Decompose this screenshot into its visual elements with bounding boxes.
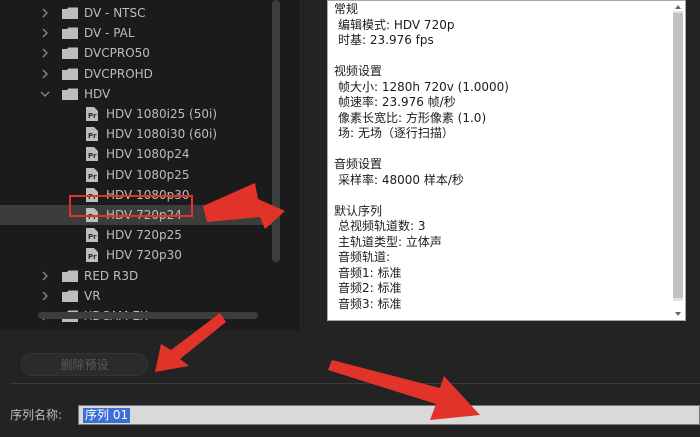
chevron-right-icon[interactable] (40, 270, 50, 282)
tree-folder-item[interactable]: VR (0, 286, 280, 306)
preset-file-icon: Pr (86, 107, 98, 121)
description-line: 编辑模式: HDV 720p (338, 17, 455, 32)
description-line: 总视频轨道数: 3 (338, 219, 426, 233)
chevron-right-icon[interactable] (40, 290, 50, 302)
description-section-heading: 常规 (334, 2, 359, 16)
tree-item-label: RED R3D (84, 268, 139, 283)
sequence-name-input[interactable]: 序列 01 (78, 405, 700, 425)
scroll-up-icon[interactable] (673, 1, 683, 11)
description-line: 音频2: 标准 (338, 281, 402, 295)
tree-item-label: HDV (84, 86, 111, 101)
chevron-down-icon[interactable] (40, 88, 50, 100)
divider (10, 383, 700, 384)
preset-description-panel: 常规 编辑模式: HDV 720p 时基: 23.976 fps 视频设置 帧大小: 1… (327, 0, 686, 321)
tree-preset-item[interactable]: Pr HDV 720p30 (0, 245, 280, 265)
folder-icon (62, 290, 78, 302)
svg-text:Pr: Pr (88, 173, 97, 181)
folder-icon (62, 27, 78, 40)
tree-item-label: DVCPRO50 (84, 46, 150, 61)
description-line: 帧速率: 23.976 帧/秒 (338, 95, 456, 109)
description-scrollbar[interactable] (673, 13, 683, 298)
description-line: 像素长宽比: 方形像素 (1.0) (338, 110, 487, 125)
folder-icon (62, 47, 78, 60)
tree-folder-item[interactable]: DV - PAL (0, 23, 280, 43)
tree-item-label: HDV 1080i25 (50i) (106, 107, 217, 121)
tree-item-label: HDV 720p25 (106, 228, 182, 243)
svg-text:Pr: Pr (88, 233, 97, 241)
sequence-name-value: 序列 01 (83, 408, 131, 423)
tree-item-label: HDV 1080p24 (106, 147, 190, 162)
tree-folder-item[interactable]: HDV (0, 84, 280, 104)
svg-text:Pr: Pr (88, 112, 97, 120)
svg-text:Pr: Pr (88, 132, 97, 140)
tree-preset-item[interactable]: Pr HDV 1080p24 (0, 144, 280, 164)
tree-folder-item[interactable]: RED R3D (0, 266, 280, 286)
tree-preset-item[interactable]: Pr HDV 1080i30 (60i) (0, 124, 280, 144)
annotation-highlight-box (69, 195, 193, 217)
tree-preset-item[interactable]: Pr HDV 1080p25 (0, 165, 280, 185)
delete-preset-button[interactable]: 删除预设 (21, 353, 148, 376)
description-section-heading: 视频设置 (334, 64, 383, 78)
preset-file-icon: Pr (86, 248, 98, 263)
preset-file-icon: Pr (86, 228, 98, 243)
description-line: 音频轨道: (338, 250, 391, 264)
description-line: 帧大小: 1280h 720v (1.0000) (338, 79, 509, 94)
tree-folder-item[interactable]: DVCPROHD (0, 64, 280, 84)
preset-tree: DV - NTSC DV - PAL DVCPRO50 DVCPROHD HDV Pr HD… (0, 0, 299, 330)
tree-folder-item[interactable]: DV - NTSC (0, 3, 280, 23)
tree-item-label: HDV 1080p25 (106, 167, 190, 182)
description-line: 时基: 23.976 fps (338, 33, 434, 47)
svg-text:Pr: Pr (88, 152, 97, 160)
tree-item-label: DVCPROHD (84, 66, 153, 81)
folder-icon (62, 68, 78, 80)
chevron-right-icon[interactable] (40, 27, 50, 39)
tree-item-label: VR (84, 288, 101, 303)
chevron-right-icon[interactable] (40, 68, 50, 80)
description-line: 音频3: 标准 (338, 296, 402, 311)
tree-item-label: DV - NTSC (84, 6, 146, 20)
description-line: 主轨道类型: 立体声 (338, 234, 442, 249)
folder-icon (62, 270, 78, 282)
tree-item-label: HDV 720p30 (106, 248, 182, 263)
chevron-right-icon[interactable] (40, 47, 50, 59)
tree-preset-item[interactable]: Pr HDV 720p25 (0, 225, 280, 245)
chevron-right-icon[interactable] (40, 7, 50, 19)
sequence-name-label: 序列名称: (10, 408, 63, 422)
tree-item-label: HDV 1080i30 (60i) (106, 127, 217, 142)
tree-folder-item[interactable]: DVCPRO50 (0, 43, 280, 63)
description-line: 采样率: 48000 样本/秒 (338, 172, 464, 187)
description-section-heading: 默认序列 (334, 203, 383, 218)
folder-icon (62, 7, 78, 19)
folder-icon (62, 88, 78, 100)
tree-item-label: DV - PAL (84, 26, 135, 41)
preset-file-icon: Pr (86, 167, 98, 182)
description-line: 场: 无场（逐行扫描） (338, 126, 454, 140)
preset-file-icon: Pr (86, 127, 98, 142)
scroll-down-icon[interactable] (673, 308, 683, 318)
description-section-heading: 音频设置 (334, 157, 383, 171)
tree-horizontal-scrollbar[interactable] (38, 312, 258, 319)
description-line: 音频1: 标准 (338, 265, 402, 280)
svg-text:Pr: Pr (88, 253, 97, 261)
preset-file-icon: Pr (86, 147, 98, 162)
tree-preset-item[interactable]: Pr HDV 1080i25 (50i) (0, 104, 280, 124)
tree-vertical-scrollbar[interactable] (272, 0, 280, 262)
